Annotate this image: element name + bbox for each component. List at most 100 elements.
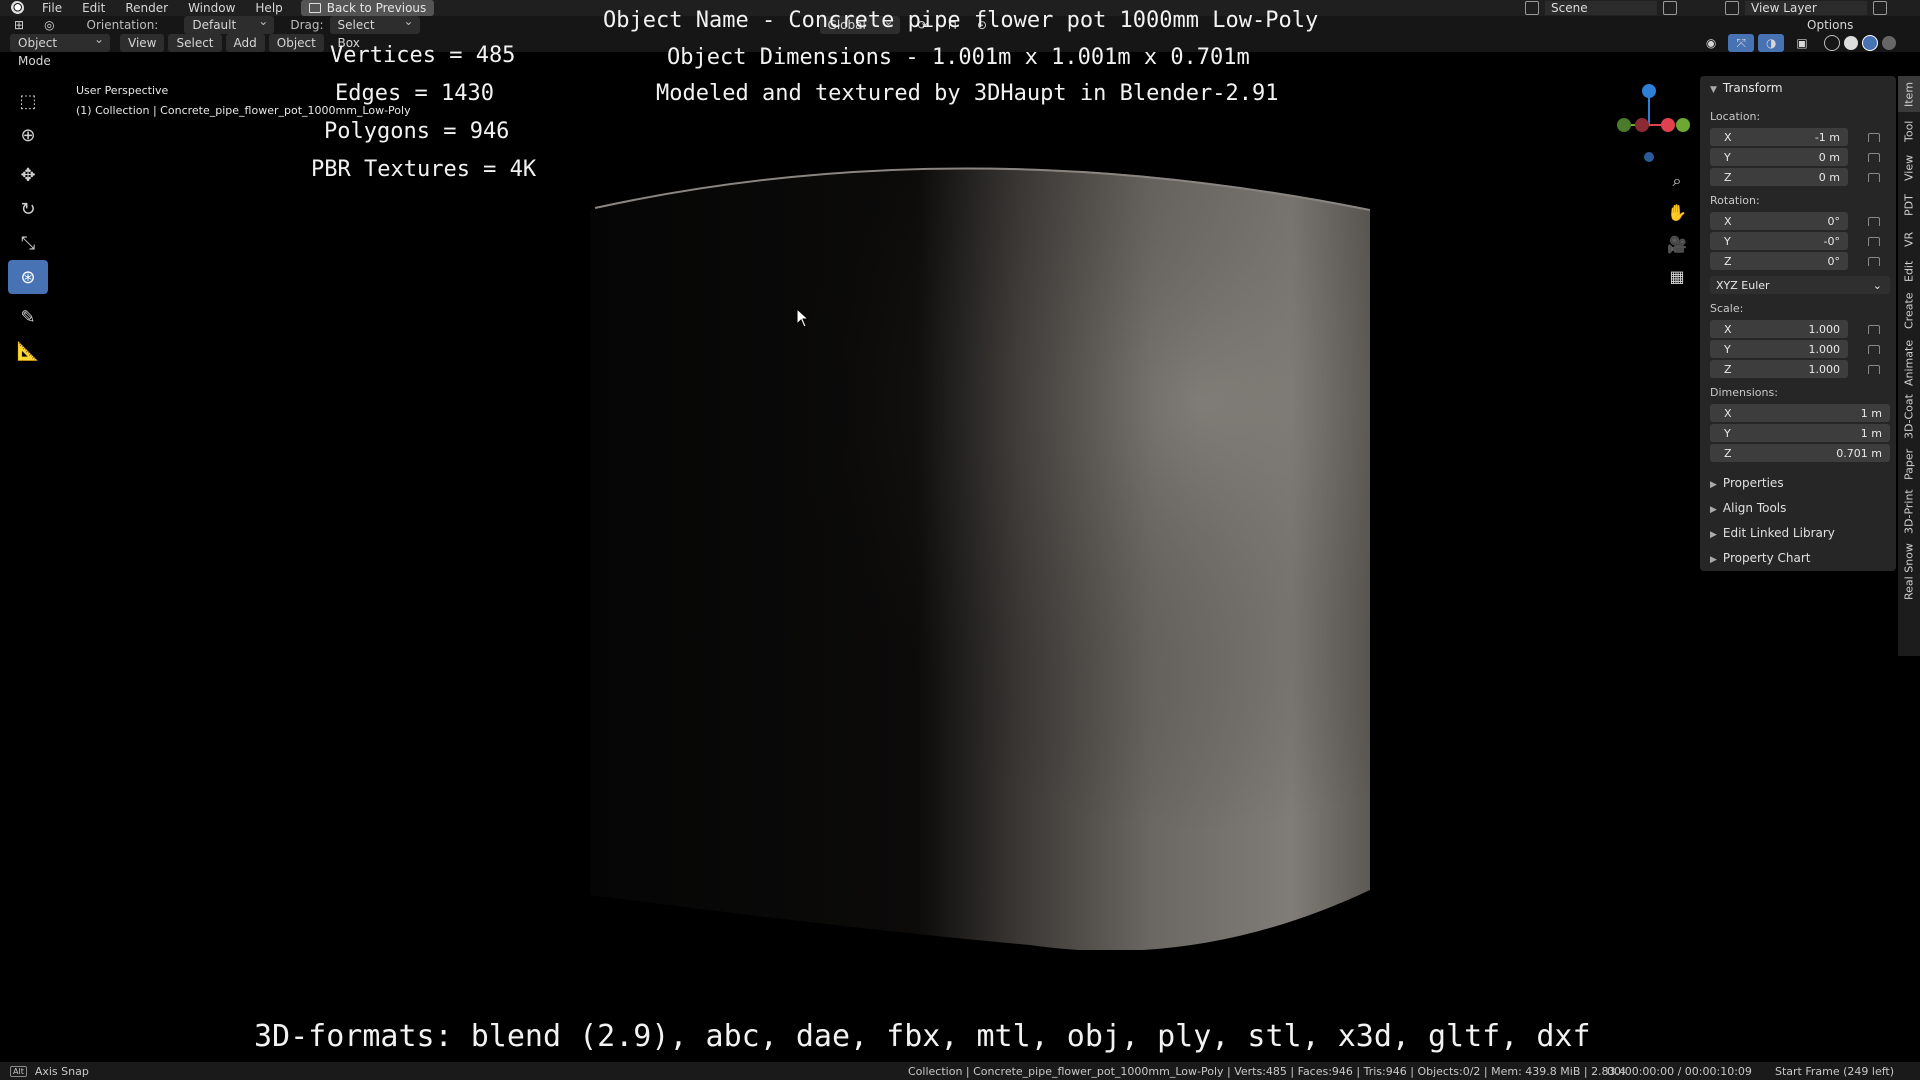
dimensions-z-field[interactable]: Z 0.701 m [1710, 444, 1890, 462]
lock-scale-z-icon[interactable] [1868, 365, 1880, 374]
tab-item[interactable]: Item [1898, 76, 1920, 112]
location-z-field[interactable]: Z 0 m [1710, 168, 1848, 186]
menu-object[interactable]: Object [268, 34, 324, 52]
lock-location-z-icon[interactable] [1868, 173, 1880, 182]
tab-vr[interactable]: VR [1898, 224, 1920, 254]
select-box-tool-icon[interactable]: ⬚ [8, 84, 48, 118]
visibility-icon[interactable]: ◉ [1698, 34, 1724, 52]
rotate-tool-icon[interactable]: ↻ [8, 192, 48, 226]
blender-logo-icon[interactable] [10, 1, 24, 15]
gizmo-x-axis-icon[interactable] [1661, 118, 1675, 132]
dimensions-x-field[interactable]: X 1 m [1710, 404, 1890, 422]
scene-selector[interactable]: Scene [1525, 0, 1677, 16]
drag-dropdown[interactable]: Select Box [329, 12, 420, 50]
lock-location-x-icon[interactable] [1868, 133, 1880, 142]
dimensions-y-field[interactable]: Y 1 m [1710, 424, 1890, 442]
rotation-z-field[interactable]: Z 0° [1710, 252, 1848, 270]
mode-dropdown[interactable]: Object Mode [10, 30, 110, 68]
zoom-icon[interactable]: ⌕ [1664, 168, 1690, 194]
ortho-grid-icon[interactable]: ▦ [1664, 264, 1690, 290]
rotation-x-axis: X [1724, 214, 1732, 228]
editor-type-icon[interactable]: ⊞ [6, 16, 32, 34]
navigation-gizmo[interactable] [1600, 82, 1690, 172]
sidebar-n-panel: ▼ Transform Location: X -1 m Y 0 m Z 0 m Rot… [1700, 76, 1896, 571]
start-frame-info: Start Frame (249 left) [1775, 1064, 1895, 1078]
rotation-x-field[interactable]: X 0° [1710, 212, 1848, 230]
gizmo-neg-x-axis-icon[interactable] [1635, 118, 1649, 132]
tab-create[interactable]: Create [1898, 288, 1920, 334]
solid-shading-icon[interactable] [1843, 36, 1858, 50]
dimensions-label: Dimensions: [1710, 386, 1778, 399]
back-to-previous-button[interactable]: Back to Previous [300, 0, 435, 16]
tab-3d-print[interactable]: 3D-Print [1898, 486, 1920, 538]
edit-linked-library-panel-header[interactable]: ▶ Edit Linked Library [1710, 526, 1835, 540]
rotation-y-value: -0° [1823, 234, 1840, 248]
scale-y-field[interactable]: Y 1.000 [1710, 340, 1848, 358]
tab-pdt[interactable]: PDT [1898, 188, 1920, 222]
menu-window[interactable]: Window [178, 0, 245, 16]
camera-view-icon[interactable]: 🎥 [1664, 232, 1690, 258]
transform-section-header[interactable]: ▼ Transform [1710, 81, 1783, 95]
orientation-dropdown[interactable]: Default [184, 12, 275, 34]
view-layer-field[interactable]: View Layer [1745, 1, 1867, 15]
tab-tool[interactable]: Tool [1898, 114, 1920, 148]
menu-render[interactable]: Render [115, 0, 178, 16]
lock-rotation-z-icon[interactable] [1868, 257, 1880, 266]
tab-edit[interactable]: Edit [1898, 256, 1920, 286]
scale-tool-icon[interactable]: ⤡ [8, 226, 48, 260]
viewport-perspective: User Perspective [76, 84, 169, 97]
sidebar-tabs: Item Tool View PDT VR Edit Create Animat… [1898, 76, 1920, 656]
scene-field[interactable]: Scene [1545, 1, 1657, 15]
properties-panel-header[interactable]: ▶ Properties [1710, 476, 1784, 490]
align-tools-panel-header[interactable]: ▶ Align Tools [1710, 501, 1786, 515]
tab-view[interactable]: View [1898, 150, 1920, 186]
scale-x-field[interactable]: X 1.000 [1710, 320, 1848, 338]
menu-edit[interactable]: Edit [72, 0, 115, 16]
new-view-layer-icon[interactable] [1873, 1, 1887, 15]
annotate-tool-icon[interactable]: ✎ [8, 300, 48, 334]
menu-file[interactable]: File [32, 0, 72, 16]
xray-icon[interactable]: ▣ [1788, 34, 1815, 52]
view-layer-selector[interactable]: View Layer [1725, 0, 1887, 16]
tab-animate[interactable]: Animate [1898, 336, 1920, 390]
lock-rotation-y-icon[interactable] [1868, 237, 1880, 246]
location-x-axis: X [1724, 130, 1732, 144]
menu-view[interactable]: View [120, 34, 165, 52]
menu-add[interactable]: Add [225, 34, 265, 52]
tab-paper[interactable]: Paper [1898, 444, 1920, 484]
gizmo-neg-y-axis-icon[interactable] [1617, 118, 1631, 132]
tool-settings-icon[interactable]: ◎ [36, 16, 62, 34]
scale-z-field[interactable]: Z 1.000 [1710, 360, 1848, 378]
concrete-pot-render[interactable] [580, 150, 1370, 950]
property-chart-panel-header[interactable]: ▶ Property Chart [1710, 551, 1811, 565]
material-shading-icon[interactable] [1861, 35, 1878, 51]
new-scene-icon[interactable] [1663, 1, 1677, 15]
gizmo-neg-z-axis-icon[interactable] [1644, 152, 1654, 162]
menu-select[interactable]: Select [168, 34, 222, 52]
rotation-y-field[interactable]: Y -0° [1710, 232, 1848, 250]
tab-real-snow[interactable]: Real Snow [1898, 540, 1920, 604]
overlay-toggle-icon[interactable]: ◑ [1757, 34, 1785, 52]
lock-rotation-x-icon[interactable] [1868, 217, 1880, 226]
edges-text: Edges = 1430 [335, 81, 494, 106]
cursor-tool-icon[interactable]: ⊕ [8, 118, 48, 152]
pan-hand-icon[interactable]: ✋ [1664, 200, 1690, 226]
transform-tool-icon[interactable]: ⊛ [8, 260, 48, 294]
rendered-shading-icon[interactable] [1881, 36, 1896, 50]
gizmo-y-axis-icon[interactable] [1676, 118, 1690, 132]
lock-scale-y-icon[interactable] [1868, 345, 1880, 354]
options-button[interactable]: Options [1799, 16, 1861, 34]
rotation-mode-dropdown[interactable]: XYZ Euler ⌄ [1710, 276, 1890, 294]
gizmo-toggle-icon[interactable]: ⤧ [1728, 34, 1754, 52]
move-tool-icon[interactable]: ✥ [8, 158, 48, 192]
location-y-field[interactable]: Y 0 m [1710, 148, 1848, 166]
location-x-field[interactable]: X -1 m [1710, 128, 1848, 146]
lock-scale-x-icon[interactable] [1868, 325, 1880, 334]
gizmo-z-axis-icon[interactable] [1642, 84, 1656, 98]
lock-location-y-icon[interactable] [1868, 153, 1880, 162]
menu-help[interactable]: Help [245, 0, 292, 16]
measure-tool-icon[interactable]: 📐 [8, 334, 48, 368]
textures-text: PBR Textures = 4K [311, 157, 537, 182]
wireframe-shading-icon[interactable] [1823, 35, 1840, 51]
tab-3d-coat[interactable]: 3D-Coat [1898, 392, 1920, 442]
